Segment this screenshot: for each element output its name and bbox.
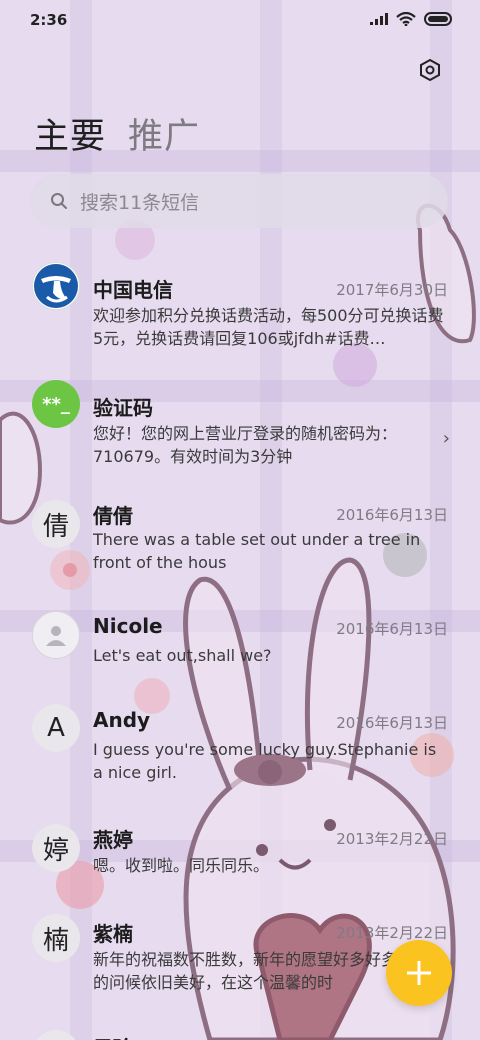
message-date: 2017年6月30日 <box>336 281 448 299</box>
verification-avatar-text: **_ <box>42 393 70 415</box>
settings-hexagon-icon <box>420 58 440 82</box>
contact-name: 子玲 <box>93 1032 133 1040</box>
status-icons <box>370 12 454 26</box>
signal-icon <box>370 13 388 25</box>
tab-bar: 主要 推广 <box>34 108 200 159</box>
tab-promotions[interactable]: 推广 <box>128 108 200 159</box>
message-preview: 您好！您的网上营业厅登录的随机密码为：710679。有效时间为3分钟 <box>93 424 398 466</box>
avatar: 婷 <box>32 824 80 872</box>
list-item[interactable]: A Andy 2016年6月13日 I guess you're some lu… <box>0 704 480 814</box>
avatar: A <box>32 704 80 752</box>
message-date: 2013年2月22日 <box>336 924 448 942</box>
avatar: 倩 <box>32 500 80 548</box>
search-icon <box>51 193 67 209</box>
contact-name: 中国电信 <box>93 278 173 302</box>
search-input[interactable]: 搜索11条短信 <box>30 174 448 228</box>
message-date: 2016年6月13日 <box>336 620 448 638</box>
message-preview: There was a table set out under a tree i… <box>93 530 421 572</box>
contact-name: 燕婷 <box>93 828 133 852</box>
verification-code-icon: **_ <box>32 380 80 428</box>
avatar-initial: 婷 <box>42 835 69 866</box>
contact-name: Andy <box>93 708 151 732</box>
avatar-initial: 楠 <box>42 925 69 956</box>
tab-primary[interactable]: 主要 <box>34 108 106 159</box>
message-date: 2016年6月13日 <box>336 714 448 732</box>
list-item[interactable]: **_ 验证码 您好！您的网上营业厅登录的随机密码为：710679。有效时间为3… <box>0 376 480 486</box>
battery-icon <box>424 12 452 26</box>
telecom-logo-icon <box>32 262 80 310</box>
contact-name: Nicole <box>93 614 163 638</box>
list-item[interactable]: 中国电信 2017年6月30日 欢迎参加积分兑换话费活动，每500分可兑换话费5… <box>0 258 480 368</box>
list-item[interactable]: 倩 倩倩 2016年6月13日 There was a table set ou… <box>0 494 480 604</box>
compose-button[interactable] <box>386 940 452 1006</box>
contact-name: 倩倩 <box>93 504 133 528</box>
message-preview: Let's eat out,shall we? <box>93 646 272 665</box>
avatar-initial: 倩 <box>42 511 69 542</box>
contact-name: 验证码 <box>93 396 153 420</box>
avatar: 楠 <box>32 914 80 962</box>
list-item[interactable]: Nicole 2016年6月13日 Let's eat out,shall we… <box>0 610 480 700</box>
list-item[interactable]: 婷 燕婷 2013年2月22日 嗯。收到啦。同乐同乐。 <box>0 820 480 910</box>
settings-button[interactable] <box>414 54 446 86</box>
chevron-right-icon[interactable]: › <box>443 428 450 449</box>
avatar <box>32 1030 80 1040</box>
contact-name: 紫楠 <box>93 922 133 946</box>
status-time: 2:36 <box>30 11 68 29</box>
message-preview: 嗯。收到啦。同乐同乐。 <box>93 856 270 875</box>
message-date: 2016年6月13日 <box>336 506 448 524</box>
search-placeholder: 搜索11条短信 <box>80 191 200 214</box>
message-preview: I guess you're some lucky guy.Stephanie … <box>93 740 437 782</box>
status-bar: 2:36 <box>0 0 480 40</box>
person-icon <box>32 611 80 659</box>
avatar-initial: A <box>47 713 65 743</box>
message-preview: 欢迎参加积分兑换话费活动，每500分可兑换话费5元，兑换话费请回复106或jfd… <box>93 306 444 348</box>
plus-icon <box>407 961 431 985</box>
wifi-icon <box>396 12 416 26</box>
message-date: 2013年2月22日 <box>336 830 448 848</box>
list-item[interactable]: 子玲 <box>0 1028 480 1040</box>
